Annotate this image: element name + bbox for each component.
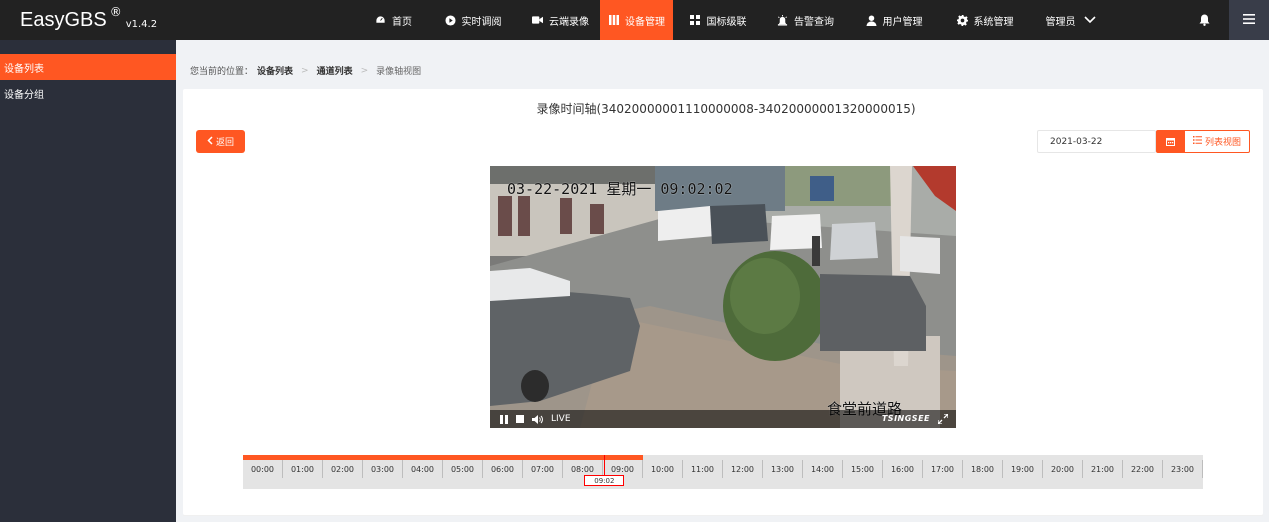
alarm-icon — [777, 14, 788, 26]
chevron-down-icon — [1083, 15, 1096, 26]
timeline-playhead[interactable] — [604, 455, 606, 475]
calendar-icon — [1165, 135, 1175, 149]
video-osd-timestamp: 03-22-2021 星期一 09:02:02 — [507, 180, 733, 198]
list-icon — [1192, 136, 1202, 147]
hamburger-icon — [1243, 13, 1255, 27]
timeline-hour-tick[interactable]: 22:00 — [1123, 460, 1163, 478]
menu-toggle-button[interactable] — [1229, 0, 1269, 40]
timeline-hour-tick[interactable]: 20:00 — [1043, 460, 1083, 478]
user-icon — [865, 14, 877, 26]
breadcrumb-item-channel-list[interactable]: 通道列表 — [317, 64, 353, 77]
timeline-hour-tick[interactable]: 01:00 — [283, 460, 323, 478]
timeline-hour-tick[interactable]: 15:00 — [843, 460, 883, 478]
timeline-hour-tick[interactable]: 10:00 — [643, 460, 683, 478]
username-label: 管理员 — [1045, 16, 1076, 28]
back-button[interactable]: 返回 — [196, 130, 245, 153]
timeline-hour-tick[interactable]: 21:00 — [1083, 460, 1123, 478]
timeline-hour-tick[interactable]: 23:00 — [1163, 460, 1203, 478]
nav-label: 实时调阅 — [461, 16, 502, 28]
nav-item-cloud-record[interactable]: 云端录像 — [521, 0, 600, 40]
nav-label: 用户管理 — [882, 16, 923, 28]
breadcrumb-item-current: 录像轴视图 — [376, 67, 422, 77]
breadcrumb-item-device-list[interactable]: 设备列表 — [257, 64, 293, 77]
live-label: LIVE — [551, 414, 571, 424]
nav-label: 云端录像 — [549, 16, 589, 28]
timeline-hour-tick[interactable]: 12:00 — [723, 460, 763, 478]
breadcrumb-prefix: 您当前的位置： — [190, 67, 254, 77]
nav-item-user-manage[interactable]: 用户管理 — [848, 0, 940, 40]
chevron-left-icon — [207, 135, 213, 148]
columns-icon — [608, 15, 619, 26]
timeline-hour-tick[interactable]: 03:00 — [363, 460, 403, 478]
timeline-hour-tick[interactable]: 04:00 — [403, 460, 443, 478]
timeline-hour-tick[interactable]: 17:00 — [923, 460, 963, 478]
timeline-hour-tick[interactable]: 07:00 — [523, 460, 563, 478]
nav-label: 国标级联 — [706, 16, 747, 28]
nav-item-alarm[interactable]: 告警查询 — [763, 0, 848, 40]
recording-timeline[interactable]: 00:00 01:00 02:00 03:00 04:00 05:00 06:00 07:00… — [243, 455, 1203, 489]
nav-item-cascade[interactable]: 国标级联 — [673, 0, 763, 40]
timeline-hour-tick[interactable]: 18:00 — [963, 460, 1003, 478]
timeline-hour-tick[interactable]: 11:00 — [683, 460, 723, 478]
pause-icon[interactable] — [500, 413, 508, 425]
timeline-playhead-label: 09:02 — [584, 475, 625, 486]
nav-label: 首页 — [392, 16, 412, 28]
nav-item-system[interactable]: 系统管理 — [940, 0, 1030, 40]
calendar-button[interactable] — [1156, 130, 1184, 153]
user-dropdown[interactable]: 管理员 — [1030, 0, 1111, 40]
registered-mark: ® — [109, 5, 122, 19]
breadcrumb-separator: > — [301, 65, 309, 76]
camera-frame-image — [490, 166, 956, 428]
card-divider — [183, 515, 1263, 516]
video-camera-icon — [532, 15, 543, 26]
app-version: v1.4.2 — [125, 18, 158, 30]
timeline-hour-tick[interactable]: 13:00 — [763, 460, 803, 478]
sidebar-item-label: 设备列表 — [4, 63, 44, 75]
main-nav: 首页 实时调阅 云端录像 设备管理 国标级联 告警查询 用户管理 系统管理 管理… — [362, 0, 1111, 40]
nav-label: 设备管理 — [625, 16, 665, 28]
timeline-hour-tick[interactable]: 05:00 — [443, 460, 483, 478]
nav-item-device-manage[interactable]: 设备管理 — [600, 0, 673, 40]
grid-icon — [690, 15, 701, 26]
video-player[interactable]: 03-22-2021 星期一 09:02:02 食堂前道路 LIVE TSING… — [490, 166, 956, 428]
date-input[interactable]: 2021-03-22 — [1037, 130, 1156, 153]
timeline-hour-tick[interactable]: 16:00 — [883, 460, 923, 478]
brand-watermark: TSINGSEE — [881, 414, 930, 423]
nav-item-live[interactable]: 实时调阅 — [425, 0, 521, 40]
timeline-hour-tick[interactable]: 02:00 — [323, 460, 363, 478]
breadcrumb: 您当前的位置： 设备列表 > 通道列表 > 录像轴视图 — [190, 64, 422, 78]
top-navbar: EasyGBS ® v1.4.2 首页 实时调阅 云端录像 设备管理 国标级联 … — [0, 0, 1269, 40]
back-button-label: 返回 — [215, 138, 234, 148]
list-view-button[interactable]: 列表视图 — [1184, 130, 1250, 153]
breadcrumb-separator: > — [360, 65, 369, 76]
nav-label: 系统管理 — [973, 16, 1014, 28]
sidebar-item-device-list[interactable]: 设备列表 — [0, 54, 176, 80]
app-name: EasyGBS — [20, 8, 107, 31]
volume-icon[interactable] — [532, 413, 543, 425]
nav-label: 告警查询 — [794, 16, 834, 28]
list-view-label: 列表视图 — [1204, 138, 1241, 148]
gear-icon — [956, 14, 968, 26]
page-title: 录像时间轴(34020000001110000008-3402000000132… — [536, 102, 916, 116]
timeline-hour-tick[interactable]: 14:00 — [803, 460, 843, 478]
timeline-hour-tick[interactable]: 00:00 — [243, 460, 283, 478]
play-circle-icon — [444, 14, 456, 26]
nav-item-home[interactable]: 首页 — [362, 0, 425, 40]
timeline-hour-tick[interactable]: 19:00 — [1003, 460, 1043, 478]
stop-icon[interactable] — [516, 413, 524, 425]
timeline-hour-tick[interactable]: 06:00 — [483, 460, 523, 478]
brand-logo[interactable]: EasyGBS ® v1.4.2 — [0, 0, 176, 40]
fullscreen-icon[interactable] — [937, 413, 949, 425]
dashboard-icon — [375, 14, 386, 26]
sidebar-item-label: 设备分组 — [4, 89, 44, 101]
timeline-hour-ticks: 00:00 01:00 02:00 03:00 04:00 05:00 06:00 07:00… — [243, 460, 1203, 478]
notification-bell-icon[interactable] — [1196, 12, 1212, 28]
